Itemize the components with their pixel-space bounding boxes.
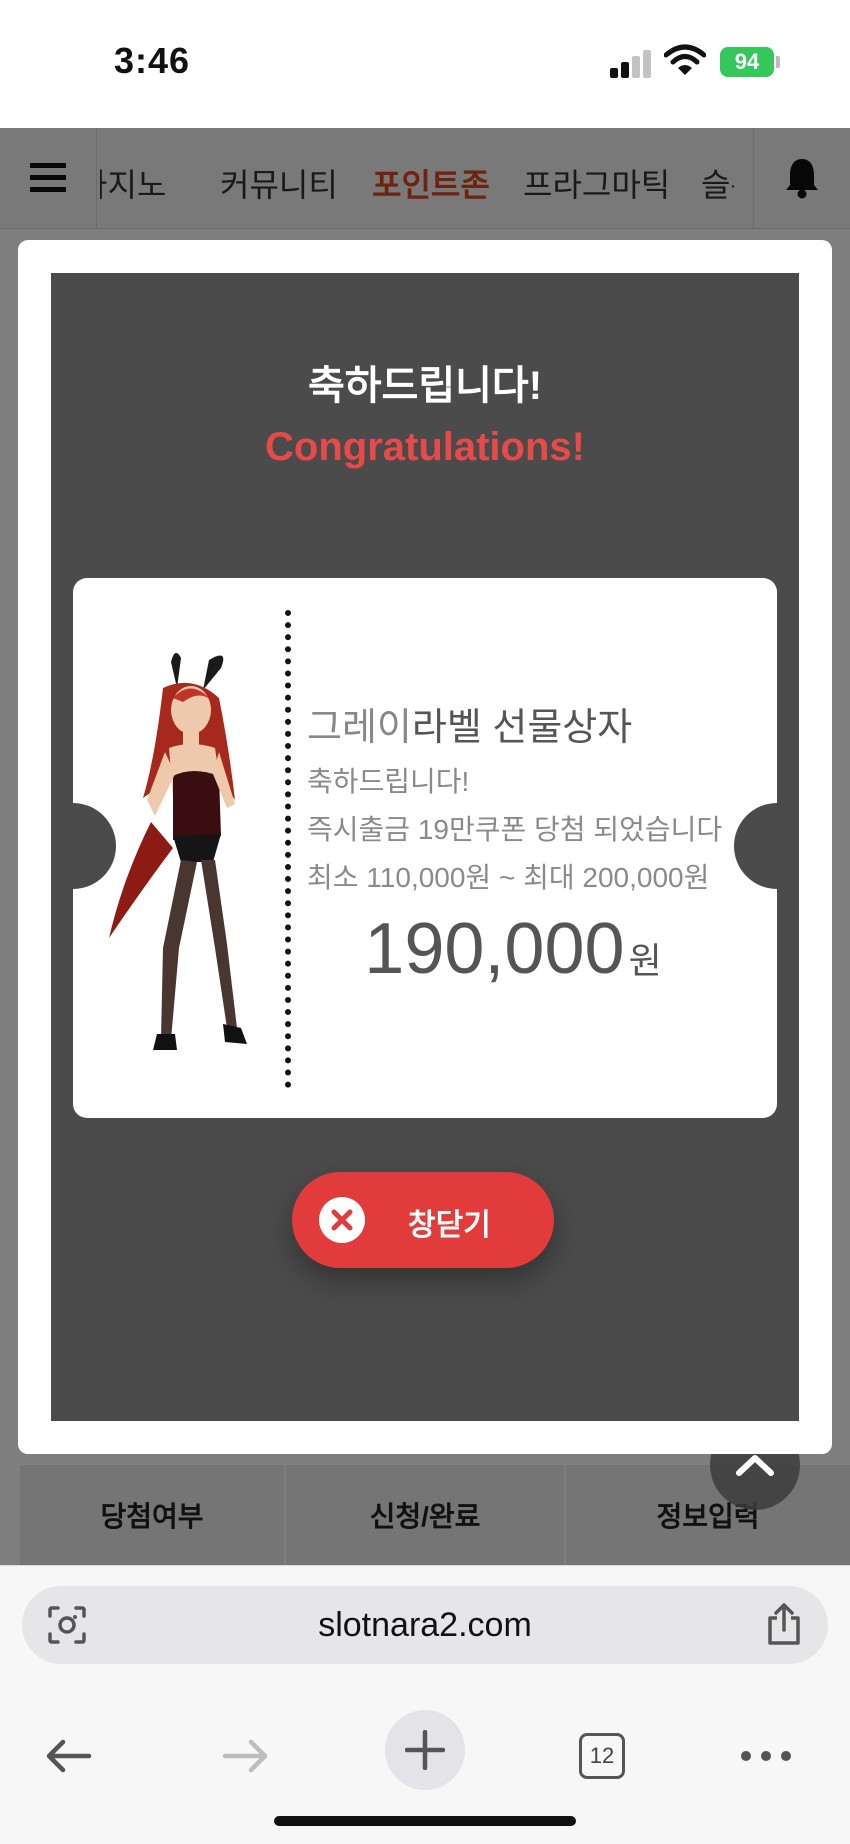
status-bar: 3:46 94 xyxy=(0,0,850,128)
chevron-up-icon xyxy=(736,1455,774,1476)
close-window-button[interactable]: 창닫기 xyxy=(292,1172,554,1268)
prize-ticket: 그레이라벨 선물상자 축하드립니다! 즉시출금 19만쿠폰 당첨 되었습니다 최… xyxy=(73,578,777,1118)
share-icon[interactable] xyxy=(764,1602,804,1646)
arrow-left-icon xyxy=(46,1739,92,1773)
more-dots-icon xyxy=(741,1751,791,1761)
prize-item-grade: 그레이 xyxy=(307,707,412,749)
back-button[interactable] xyxy=(28,1716,108,1796)
close-window-label: 창닫기 xyxy=(408,1209,491,1242)
prize-amount-value: 190,000 xyxy=(364,909,625,989)
wifi-icon xyxy=(664,44,706,75)
cellular-signal-icon xyxy=(610,50,654,78)
battery-level: 94 xyxy=(734,49,760,74)
prize-amount: 190,000 원 xyxy=(307,908,719,990)
prize-item-name: 그레이라벨 선물상자 xyxy=(307,696,632,751)
battery-cap xyxy=(776,56,780,68)
modal-subtitle: Congratulations! xyxy=(265,425,585,469)
tabs-button[interactable]: 12 xyxy=(562,1716,642,1796)
prize-modal: 축하드립니다! Congratulations! 그레이라벨 선물상자 축하드립… xyxy=(18,240,832,1454)
ticket-range-line: 최소 110,000원 ~ 최대 200,000원 xyxy=(307,862,710,893)
prize-modal-panel: 축하드립니다! Congratulations! 그레이라벨 선물상자 축하드립… xyxy=(51,273,799,1421)
prize-item-label: 라벨 선물상자 xyxy=(411,707,633,749)
tab-count: 12 xyxy=(579,1733,625,1779)
ticket-perforation xyxy=(285,610,291,1088)
arrow-right-icon xyxy=(222,1739,268,1773)
prize-amount-unit: 원 xyxy=(628,940,662,981)
character-illustration xyxy=(109,652,247,1050)
more-button[interactable] xyxy=(726,1716,806,1796)
ticket-congrats-line: 축하드립니다! xyxy=(307,766,470,797)
home-indicator xyxy=(274,1816,576,1826)
status-time: 3:46 xyxy=(114,40,191,81)
ticket-coupon-line: 즉시출금 19만쿠폰 당첨 되었습니다 xyxy=(307,814,723,845)
browser-toolbar: slotnara2.com 12 xyxy=(0,1565,850,1844)
ticket-details: 그레이라벨 선물상자 축하드립니다! 즉시출금 19만쿠폰 당첨 되었습니다 최… xyxy=(307,578,757,1118)
plus-icon xyxy=(405,1730,445,1770)
forward-button[interactable] xyxy=(206,1716,286,1796)
url-text: slotnara2.com xyxy=(318,1606,532,1644)
modal-title: 축하드립니다! xyxy=(307,364,543,408)
close-icon xyxy=(319,1197,365,1243)
address-bar[interactable]: slotnara2.com xyxy=(22,1586,828,1664)
battery-icon: 94 xyxy=(720,47,774,77)
new-tab-button[interactable] xyxy=(385,1710,465,1790)
